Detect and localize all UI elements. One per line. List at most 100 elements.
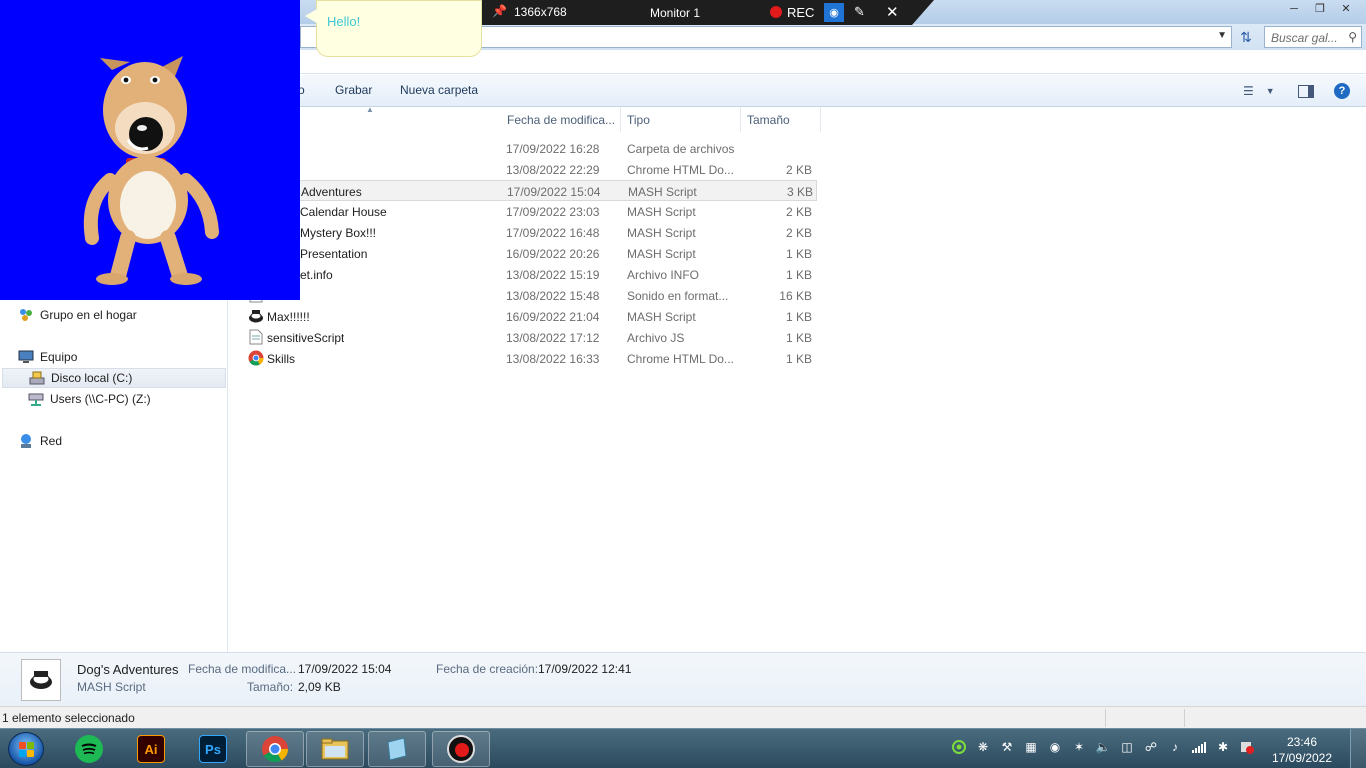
taskbar-app-notepad[interactable] xyxy=(368,731,426,767)
tray-mash-icon[interactable]: ◉ xyxy=(1046,737,1064,757)
restore-button[interactable]: ❐ xyxy=(1308,0,1332,17)
agent-character-window[interactable] xyxy=(0,0,300,300)
taskbar-app-spotify[interactable] xyxy=(60,731,118,767)
nav-item-label: Disco local (C:) xyxy=(51,371,133,385)
file-row[interactable]: 13/08/2022 22:29 Chrome HTML Do... 2 KB xyxy=(244,159,817,180)
tray-app-icon[interactable]: ❋ xyxy=(974,737,992,757)
file-name: Max!!!!!! xyxy=(267,310,310,324)
close-icon[interactable]: ✕ xyxy=(886,3,899,21)
js-file-icon xyxy=(248,329,264,345)
taskbar-app-explorer[interactable] xyxy=(306,731,364,767)
details-size-label: Tamaño: xyxy=(247,680,294,694)
clock-time: 23:46 xyxy=(1286,735,1318,749)
windows-logo-icon xyxy=(18,741,34,757)
file-name: et.info xyxy=(300,268,333,282)
details-created-value: 17/09/2022 12:41 xyxy=(538,662,632,676)
file-type: Sonido en format... xyxy=(627,289,729,303)
recorder-resolution[interactable]: 1366x768 xyxy=(514,5,567,19)
file-row[interactable]: et.info 13/08/2022 15:19 Archivo INFO 1 KB xyxy=(244,264,817,285)
file-size: 2 KB xyxy=(785,163,812,177)
file-row[interactable]: Presentation 16/09/2022 20:26 MASH Script 1… xyxy=(244,243,817,264)
nav-item-label: Users (\\C-PC) (Z:) xyxy=(50,392,151,406)
file-date: 13/08/2022 16:33 xyxy=(506,352,600,366)
pin-icon[interactable]: 📌 xyxy=(492,4,507,18)
file-row[interactable]: sensitiveScript 13/08/2022 17:12 Archivo J… xyxy=(244,327,817,348)
folder-icon xyxy=(321,735,349,763)
tray-network-icon[interactable]: ☍ xyxy=(1142,737,1160,757)
file-name: Adventures xyxy=(301,185,362,199)
tray-speaker-icon[interactable]: 🔈 xyxy=(1094,737,1112,757)
view-list-icon: ☰ xyxy=(1243,84,1254,98)
file-size: 2 KB xyxy=(785,205,812,219)
record-dot-icon xyxy=(770,6,782,18)
file-row[interactable]: 17/09/2022 16:28 Carpeta de archivos xyxy=(244,138,817,159)
file-row[interactable]: Adventures 17/09/2022 15:04 MASH Script 3 K… xyxy=(244,180,817,201)
column-header-type[interactable]: Tipo xyxy=(621,107,741,132)
pencil-icon[interactable]: ✎ xyxy=(854,4,865,20)
nav-item-computer[interactable]: Equipo xyxy=(18,347,77,367)
file-date: 17/09/2022 16:48 xyxy=(506,226,600,240)
column-header-date[interactable]: Fecha de modifica... xyxy=(501,107,621,132)
file-size: 16 KB xyxy=(779,289,812,303)
search-icon[interactable]: ⚲ xyxy=(1348,30,1357,44)
details-modified-value: 17/09/2022 15:04 xyxy=(298,662,392,676)
taskbar-app-photoshop[interactable]: Ps xyxy=(184,731,242,767)
action-center-icon[interactable] xyxy=(1238,737,1256,757)
file-size: 3 KB xyxy=(786,185,813,199)
chrome-icon xyxy=(248,350,264,366)
file-type: MASH Script xyxy=(627,310,696,324)
search-input[interactable]: Buscar gal... ⚲ xyxy=(1264,26,1362,48)
file-row[interactable]: Calendar House 17/09/2022 23:03 MASH Scrip… xyxy=(244,201,817,222)
taskbar-app-chrome[interactable] xyxy=(246,731,304,767)
start-button[interactable] xyxy=(8,732,44,766)
file-name: Calendar House xyxy=(300,205,387,219)
speech-text: Hello! xyxy=(327,14,361,29)
new-folder-button[interactable]: Nueva carpeta xyxy=(400,83,478,97)
screen-recorder-icon xyxy=(447,735,475,763)
taskbar-app-illustrator[interactable]: Ai xyxy=(122,731,180,767)
nav-item-local-disk[interactable]: Disco local (C:) xyxy=(2,368,226,388)
taskbar-clock[interactable]: 23:46 17/09/2022 xyxy=(1262,734,1342,766)
file-date: 17/09/2022 23:03 xyxy=(506,205,600,219)
preview-pane-button[interactable] xyxy=(1298,82,1314,100)
sort-arrow-icon: ▲ xyxy=(366,105,374,114)
file-type: MASH Script xyxy=(628,185,697,199)
nav-item-homegroup[interactable]: Grupo en el hogar xyxy=(18,305,137,325)
taskbar: Ai Ps ❋ ⚒ ▦ ◉ ✶ 🔈 ◫ ☍ ♪ ✱ 23:46 17/09/20… xyxy=(0,728,1366,768)
chevron-down-icon[interactable]: ▼ xyxy=(1217,30,1227,41)
help-icon[interactable]: ? xyxy=(1334,83,1350,99)
column-header-size[interactable]: Tamaño xyxy=(741,107,821,132)
view-options-button[interactable]: ☰ ▼ xyxy=(1243,82,1275,100)
nav-item-network-drive[interactable]: Users (\\C-PC) (Z:) xyxy=(28,389,151,409)
record-button[interactable]: REC xyxy=(787,5,814,20)
file-row[interactable]: Skills 13/08/2022 16:33 Chrome HTML Do... 1… xyxy=(244,348,817,369)
signal-icon[interactable] xyxy=(1190,737,1208,757)
recorder-monitor[interactable]: Monitor 1 xyxy=(650,6,700,20)
tray-clipboard-icon[interactable]: ◫ xyxy=(1118,737,1136,757)
file-row[interactable]: Max!!!!!! 16/09/2022 21:04 MASH Script 1 KB xyxy=(244,306,817,327)
tray-red-app-icon[interactable]: ✶ xyxy=(1070,737,1088,757)
computer-icon xyxy=(18,349,34,365)
nav-item-network[interactable]: Red xyxy=(18,431,62,451)
show-desktop-button[interactable] xyxy=(1350,729,1366,768)
minimize-button[interactable]: ─ xyxy=(1282,0,1306,17)
file-row[interactable]: Mystery Box!!! 17/09/2022 16:48 MASH Scrip… xyxy=(244,222,817,243)
refresh-icon[interactable]: ⇅ xyxy=(1236,26,1256,48)
taskbar-app-recorder[interactable] xyxy=(432,731,490,767)
notepad-icon xyxy=(383,735,411,763)
file-date: 13/08/2022 15:19 xyxy=(506,268,600,282)
camera-icon[interactable]: ◉ xyxy=(824,3,844,22)
nav-item-label: Red xyxy=(40,434,63,448)
photoshop-icon: Ps xyxy=(199,735,227,763)
volume-icon[interactable]: ♪ xyxy=(1166,737,1184,757)
drive-icon xyxy=(29,370,45,386)
nav-item-label: Grupo en el hogar xyxy=(40,308,137,322)
network-icon xyxy=(18,433,34,449)
burn-button[interactable]: Grabar xyxy=(335,83,372,97)
file-row[interactable]: 13/08/2022 15:48 Sonido en format... 16 KB xyxy=(244,285,817,306)
close-button[interactable]: ✕ xyxy=(1334,0,1358,17)
tray-tool-icon[interactable]: ⚒ xyxy=(998,737,1016,757)
tray-green-circle-icon[interactable] xyxy=(950,737,968,757)
bluetooth-icon[interactable]: ✱ xyxy=(1214,737,1232,757)
tray-sync-icon[interactable]: ▦ xyxy=(1022,737,1040,757)
